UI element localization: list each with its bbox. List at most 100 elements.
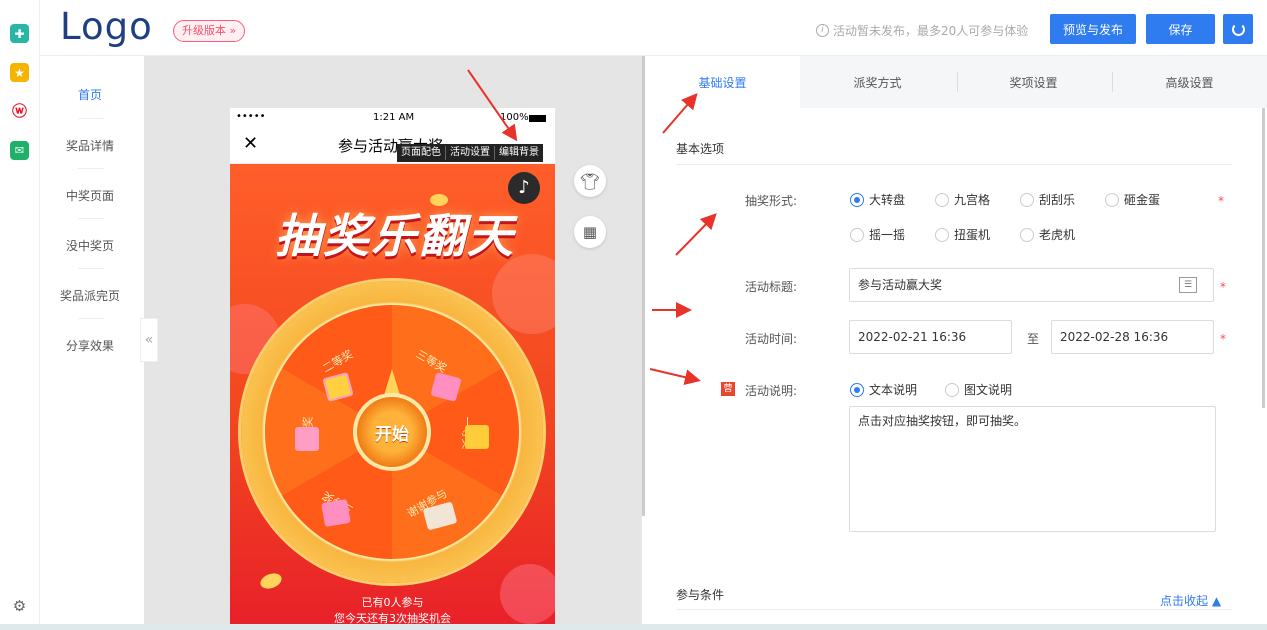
top-header: Logo 升级版本 » i 活动暂未发布，最多20人可参与体验 预览与发布 保存 (40, 0, 1267, 56)
status-time: 1:21 AM (373, 112, 415, 123)
nav-divider (78, 118, 104, 119)
radio-egg[interactable]: 砸金蛋 (1105, 191, 1160, 208)
radio-label: 文本说明 (869, 383, 918, 397)
edit-background-button[interactable]: 编辑背景 (495, 146, 543, 160)
radio-label: 九宫格 (954, 193, 991, 207)
battery-icon (529, 115, 546, 122)
start-button[interactable]: 开始 (353, 393, 431, 471)
desc-textarea-value: 点击对应抽奖按钮，即可抽奖。 (858, 414, 1027, 428)
radio-label: 大转盘 (869, 193, 906, 207)
end-time-input[interactable]: 2022-02-28 16:36 (1051, 320, 1214, 354)
nav-item-home[interactable]: 首页 (40, 86, 140, 103)
page-color-button[interactable]: 页面配色 (397, 146, 446, 160)
radio-circle (850, 227, 864, 242)
radio-label: 扭蛋机 (954, 228, 991, 242)
signal-dots: ••••• (236, 111, 266, 122)
power-button[interactable] (1223, 14, 1253, 44)
radio-circle (850, 192, 864, 207)
info-icon: i (816, 24, 829, 37)
nav-item-lose-page[interactable]: 没中奖页 (40, 237, 140, 254)
music-note-icon: ♪ (518, 177, 530, 198)
poster-title: 抽奖乐翻天 (275, 209, 515, 263)
radio-grid[interactable]: 九宫格 (935, 191, 990, 208)
settings-tabs: 基础设置 派奖方式 奖项设置 高级设置 (645, 56, 1267, 108)
collapse-link[interactable]: 点击收起 ▲ (1160, 592, 1221, 609)
radio-rich-desc[interactable]: 图文说明 (945, 381, 1012, 398)
tab-advanced[interactable]: 高级设置 (1112, 56, 1267, 108)
desc-label: 活动说明: (745, 384, 798, 398)
coin-icon (430, 194, 448, 206)
nav-divider (78, 168, 104, 169)
gift-box-icon (321, 498, 351, 528)
close-icon[interactable]: ✕ (243, 133, 258, 154)
start-time-input[interactable]: 2022-02-21 16:36 (849, 320, 1012, 354)
settings-panel: 基础设置 派奖方式 奖项设置 高级设置 基本选项 抽奖形式: 大转盘 九宫格 刮… (645, 56, 1267, 630)
bottom-strip (0, 624, 1267, 630)
panel-scrollbar[interactable] (1262, 108, 1265, 408)
radio-circle (850, 382, 864, 397)
bubble (492, 254, 555, 334)
nav-item-soldout-page[interactable]: 奖品派完页 (40, 287, 140, 304)
radio-slot[interactable]: 老虎机 (1020, 226, 1075, 243)
radio-label: 摇一摇 (869, 228, 906, 242)
battery-level: 100% (500, 112, 529, 123)
radio-circle (935, 227, 949, 242)
radio-circle (1020, 192, 1034, 207)
radio-scratch[interactable]: 刮刮乐 (1020, 191, 1075, 208)
radio-circle (1105, 192, 1119, 207)
radio-circle (935, 192, 949, 207)
radio-label: 砸金蛋 (1124, 193, 1161, 207)
tab-award-method[interactable]: 派奖方式 (800, 56, 955, 108)
desc-textarea[interactable]: 点击对应抽奖按钮，即可抽奖。 (849, 406, 1216, 532)
nav-item-win-page[interactable]: 中奖页面 (40, 187, 140, 204)
radio-circle (1020, 227, 1034, 242)
gear-icon[interactable]: ⚙ (10, 596, 29, 615)
time-separator: 至 (1027, 332, 1040, 346)
tab-basic[interactable]: 基础设置 (645, 56, 800, 108)
upgrade-button[interactable]: 升级版本 » (173, 20, 246, 42)
gift-box-icon (465, 425, 489, 449)
nav-item-share[interactable]: 分享效果 (40, 337, 140, 354)
radio-circle (945, 382, 959, 397)
publish-hint: i 活动暂未发布，最多20人可参与体验 (816, 22, 1028, 39)
app-root: ✚ ★ ⓦ ✉ ⚙ Logo 升级版本 » i 活动暂未发布，最多20人可参与体… (0, 0, 1267, 630)
nav-item-prize-detail[interactable]: 奖品详情 (40, 137, 140, 154)
prize-label: 三等奖 (413, 347, 449, 376)
phone-preview: ••••• 1:21 AM 100% ✕ 参与活动赢大奖 ♪ 抽奖乐翻天 二等奖… (230, 108, 555, 630)
title-label: 活动标题: (745, 280, 798, 294)
star-app-icon[interactable]: ★ (10, 63, 29, 82)
plus-app-icon[interactable]: ✚ (10, 24, 29, 43)
radio-label: 图文说明 (964, 383, 1013, 397)
mail-icon[interactable]: ✉ (10, 141, 29, 160)
section-participate-title: 参与条件 (676, 588, 725, 602)
save-button[interactable]: 保存 (1146, 14, 1215, 44)
logo[interactable]: Logo (60, 5, 153, 48)
page-nav: 首页 奖品详情 中奖页面 没中奖页 奖品派完页 分享效果 (40, 56, 144, 630)
preview-publish-button[interactable]: 预览与发布 (1050, 14, 1136, 44)
start-button-label: 开始 (375, 424, 409, 445)
collapse-nav-button[interactable]: « (140, 318, 158, 362)
layout-button[interactable]: ▦ (574, 216, 606, 248)
gift-box-icon (430, 372, 462, 402)
title-input-value: 参与活动赢大奖 (858, 278, 943, 292)
text-format-icon[interactable]: ☰ (1179, 277, 1197, 293)
required-mark: * (1218, 194, 1224, 208)
radio-gacha[interactable]: 扭蛋机 (935, 226, 990, 243)
shirt-icon: 👕︎ (579, 171, 601, 191)
gift-box-icon (295, 427, 319, 451)
theme-button[interactable]: 👕︎ (574, 165, 606, 197)
required-mark: * (1220, 280, 1226, 294)
edit-toolbar: 页面配色 活动设置 编辑背景 (397, 144, 543, 162)
tab-prize-settings[interactable]: 奖项设置 (956, 56, 1111, 108)
radio-text-desc[interactable]: 文本说明 (850, 381, 917, 398)
nav-divider (78, 318, 104, 319)
weibo-icon[interactable]: ⓦ (10, 101, 29, 120)
title-input[interactable]: 参与活动赢大奖 ☰ (849, 268, 1214, 302)
participant-count: 已有0人参与 (361, 596, 424, 609)
activity-settings-button[interactable]: 活动设置 (446, 146, 495, 160)
nav-divider (78, 218, 104, 219)
section-basic-title: 基本选项 (676, 142, 725, 156)
radio-wheel[interactable]: 大转盘 (850, 191, 905, 208)
radio-shake[interactable]: 摇一摇 (850, 226, 905, 243)
poster-background[interactable]: ♪ 抽奖乐翻天 二等奖 三等奖 一等奖 一等奖 谢谢参与 三等奖 (230, 164, 555, 630)
